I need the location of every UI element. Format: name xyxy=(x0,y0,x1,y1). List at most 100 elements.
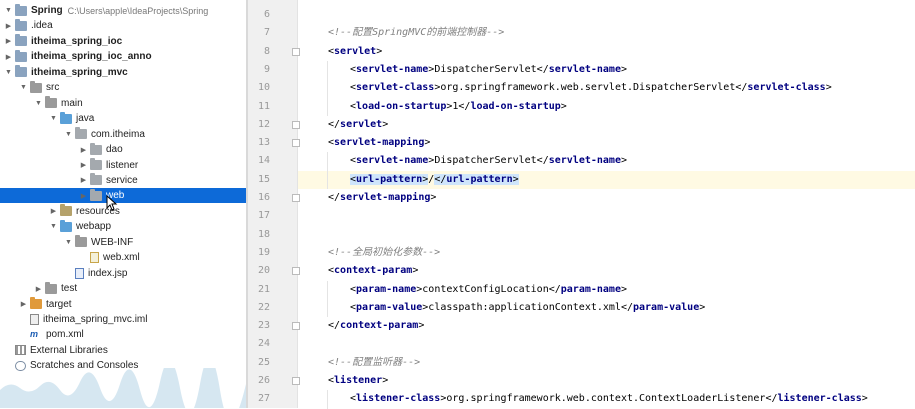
code-line[interactable]: <servlet-class>org.springframework.web.s… xyxy=(350,79,832,97)
code-line[interactable]: <!--配置监听器--> xyxy=(328,354,420,372)
tree-item-itheima-spring-ioc[interactable]: ▶ itheima_spring_ioc xyxy=(0,34,246,49)
line-number: 22 xyxy=(257,301,270,313)
code-line[interactable]: <listener-class>org.springframework.web.… xyxy=(350,390,868,408)
fold-marker-icon[interactable] xyxy=(292,120,300,129)
code-token: </ xyxy=(735,82,748,94)
code-token: > xyxy=(560,100,567,112)
code-token: </ xyxy=(765,393,778,405)
code-line[interactable]: <load-on-startup>1</load-on-startup> xyxy=(350,98,567,116)
code-line[interactable]: <param-name>contextConfigLocation</param… xyxy=(350,281,627,299)
tree-item-webapp[interactable]: ▼ webapp xyxy=(0,219,246,234)
tree-item-label: Spring xyxy=(31,5,63,16)
fold-marker-icon[interactable] xyxy=(292,47,300,56)
tree-item-test[interactable]: ▶ test xyxy=(0,281,246,296)
chevron-right-icon[interactable]: ▶ xyxy=(19,300,28,309)
code-line[interactable]: <param-value>classpath:applicationContex… xyxy=(350,299,705,317)
code-token: > xyxy=(412,265,419,277)
tree-item-dao[interactable]: ▶ dao xyxy=(0,142,246,157)
chevron-right-icon[interactable]: ▶ xyxy=(4,21,13,30)
tree-item-com-itheima[interactable]: ▼ com.itheima xyxy=(0,127,246,142)
tree-item-label: listener xyxy=(106,159,139,171)
chevron-right-icon[interactable]: ▶ xyxy=(34,284,43,293)
fold-marker-icon[interactable] xyxy=(292,194,300,202)
folder-icon xyxy=(15,49,27,62)
tree-item-web-inf[interactable]: ▼ WEB-INF xyxy=(0,235,246,250)
xml-tag-name: param-name xyxy=(356,283,417,295)
tree-item-java[interactable]: ▼ java xyxy=(0,111,246,126)
tree-item-service[interactable]: ▶ service xyxy=(0,173,246,188)
code-line[interactable]: <!--配置SpringMVC的前端控制器--> xyxy=(328,24,504,42)
chevron-down-icon[interactable]: ▼ xyxy=(4,68,13,77)
folder-icon xyxy=(15,34,27,47)
tree-item-itheima-spring-mvc-iml[interactable]: ▶itheima_spring_mvc.iml xyxy=(0,312,246,327)
line-number: 18 xyxy=(257,228,270,240)
code-token: > xyxy=(424,137,431,149)
tree-item-web[interactable]: ▶ web xyxy=(0,188,246,204)
xml-tag-name: servlet-mapping xyxy=(334,137,425,149)
code-line[interactable]: <servlet-mapping> xyxy=(328,134,430,152)
chevron-down-icon[interactable]: ▼ xyxy=(34,99,43,108)
chevron-down-icon[interactable]: ▼ xyxy=(19,83,28,92)
xml-tag-name: servlet-class xyxy=(356,82,435,94)
tree-item-web-xml[interactable]: ▶web.xml xyxy=(0,250,246,265)
tree-item-target[interactable]: ▶ target xyxy=(0,297,246,312)
line-number: 25 xyxy=(257,356,270,368)
fold-marker-icon[interactable] xyxy=(292,267,300,276)
chevron-down-icon[interactable]: ▼ xyxy=(4,6,13,15)
fold-marker-icon[interactable] xyxy=(292,377,300,385)
code-line[interactable]: <listener> xyxy=(328,372,388,390)
code-token: </ xyxy=(434,173,447,185)
tree-item-spring[interactable]: ▼ Spring C:\Users\apple\IdeaProjects\Sprin… xyxy=(0,3,246,18)
code-line[interactable]: <url-pattern>/</url-pattern> xyxy=(350,171,519,189)
xml-tag-name: servlet xyxy=(334,45,377,57)
chevron-right-icon[interactable]: ▶ xyxy=(4,37,13,46)
tree-item-pom-xml[interactable]: ▶mpom.xml xyxy=(0,327,246,342)
chevron-right-icon[interactable]: ▶ xyxy=(4,52,13,61)
tree-item-resources[interactable]: ▶ resources xyxy=(0,204,246,219)
xml-tag-name: listener xyxy=(334,375,383,386)
code-token: </ xyxy=(328,118,341,130)
xml-tag-name: url-pattern xyxy=(356,173,423,185)
tree-item-label: itheima_spring_ioc_anno xyxy=(31,51,152,63)
tree-item-itheima-spring-mvc[interactable]: ▼ itheima_spring_mvc xyxy=(0,65,246,80)
xml-comment: <!--配置监听器--> xyxy=(328,356,421,368)
tree-item-idea[interactable]: ▶ .idea xyxy=(0,18,246,33)
code-token: > xyxy=(512,173,519,185)
iml-file-icon xyxy=(30,314,39,325)
tree-item-external-libraries[interactable]: ▶External Libraries xyxy=(0,343,246,358)
tree-item-label: dao xyxy=(106,144,123,156)
fold-marker-icon[interactable] xyxy=(292,139,300,148)
tree-item-listener[interactable]: ▶ listener xyxy=(0,158,246,173)
code-line[interactable]: </servlet-mapping> xyxy=(328,189,436,207)
code-line[interactable]: <servlet-name>DispatcherServlet</servlet… xyxy=(350,152,627,170)
fold-marker-icon[interactable] xyxy=(292,322,300,331)
code-token: org.springframework.web.servlet.Dispatch… xyxy=(440,82,736,94)
code-line[interactable]: <servlet> xyxy=(328,43,382,61)
code-token: </ xyxy=(328,320,341,332)
chevron-down-icon[interactable]: ▼ xyxy=(49,222,58,231)
chevron-down-icon[interactable]: ▼ xyxy=(64,130,73,139)
tree-item-itheima-spring-ioc-anno[interactable]: ▶ itheima_spring_ioc_anno xyxy=(0,49,246,64)
chevron-right-icon[interactable]: ▶ xyxy=(79,191,88,200)
code-line[interactable]: </context-param> xyxy=(328,317,424,335)
code-line[interactable]: </servlet> xyxy=(328,116,388,134)
xml-tag-name: load-on-startup xyxy=(470,100,561,112)
project-tree-panel[interactable]: ▼ Spring C:\Users\apple\IdeaProjects\Sprin… xyxy=(0,0,246,408)
chevron-right-icon[interactable]: ▶ xyxy=(49,207,58,216)
chevron-right-icon[interactable]: ▶ xyxy=(79,176,88,185)
tree-item-src[interactable]: ▼ src xyxy=(0,80,246,95)
tree-item-label: External Libraries xyxy=(30,344,108,356)
chevron-down-icon[interactable]: ▼ xyxy=(64,238,73,247)
tree-item-label: com.itheima xyxy=(91,128,145,140)
tree-item-index-jsp[interactable]: ▶index.jsp xyxy=(0,266,246,281)
line-number: 10 xyxy=(257,82,270,94)
chevron-right-icon[interactable]: ▶ xyxy=(79,145,88,154)
code-line[interactable]: <servlet-name>DispatcherServlet</servlet… xyxy=(350,61,627,79)
code-line[interactable]: <context-param> xyxy=(328,262,418,280)
chevron-right-icon[interactable]: ▶ xyxy=(79,161,88,170)
xml-tag-name: listener-class xyxy=(777,393,862,405)
tree-item-main[interactable]: ▼ main xyxy=(0,96,246,111)
code-token: contextConfigLocation xyxy=(422,283,549,295)
chevron-down-icon[interactable]: ▼ xyxy=(49,114,58,123)
code-line[interactable]: <!--全局初始化参数--> xyxy=(328,244,440,262)
